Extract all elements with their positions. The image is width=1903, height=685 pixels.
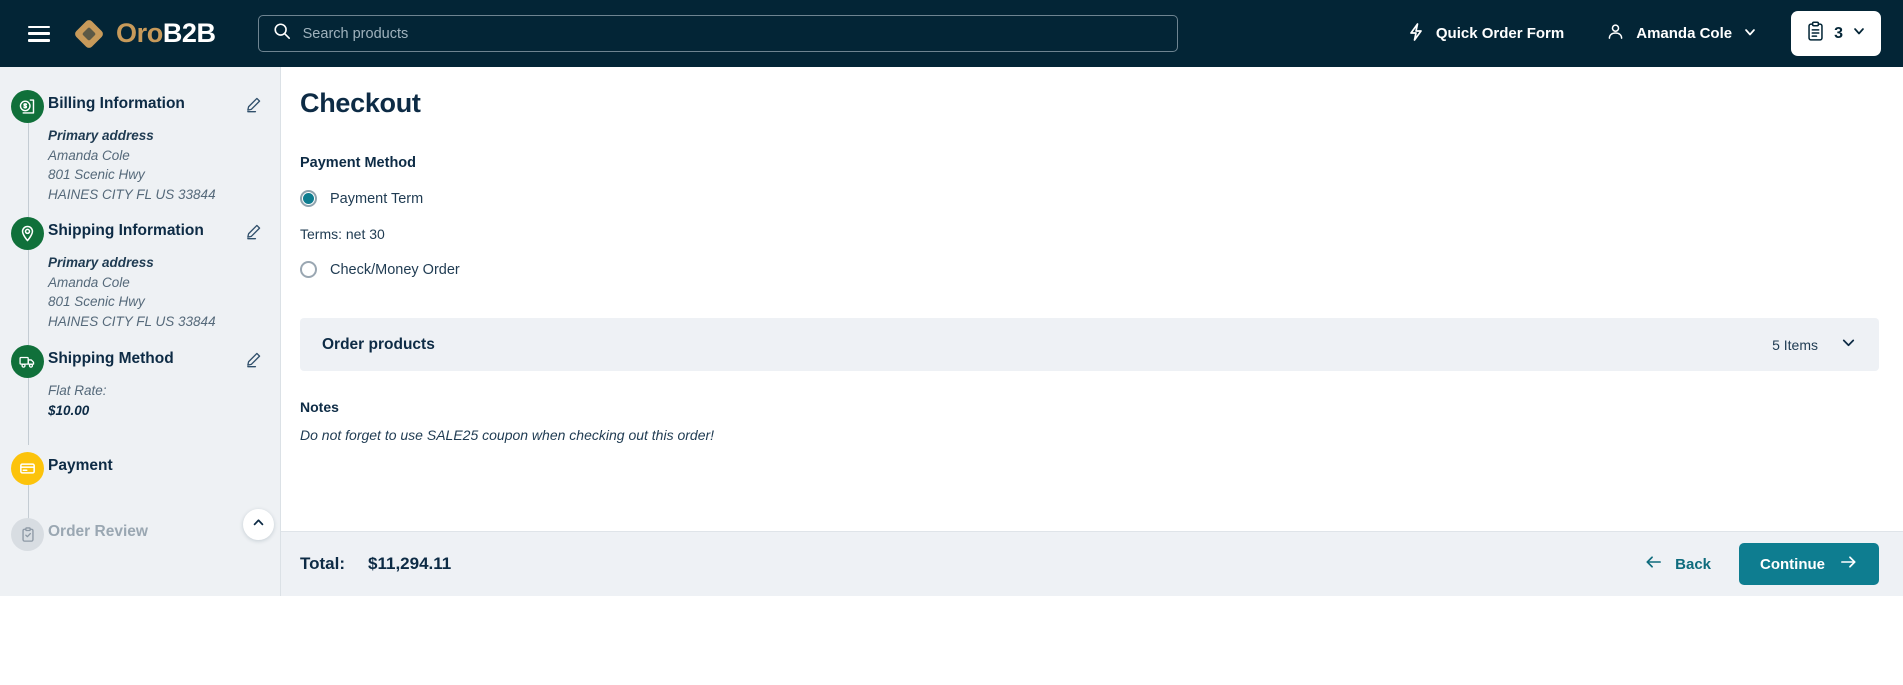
lightning-bolt-icon [1407, 22, 1425, 46]
notes-label: Notes [300, 399, 1879, 415]
step-title: Order Review [48, 517, 148, 542]
chevron-down-icon [1743, 25, 1757, 43]
payment-terms-text: Terms: net 30 [300, 226, 1879, 242]
edit-shipping-method-button[interactable] [245, 344, 262, 373]
payment-option-label: Payment Term [330, 191, 423, 207]
chevron-down-icon [1852, 24, 1866, 43]
order-products-title: Order products [322, 336, 435, 354]
step-body: Primary address Amanda Cole 801 Scenic H… [48, 122, 262, 216]
oro-diamond-logo-icon [72, 17, 106, 51]
address-label: Primary address [48, 126, 262, 146]
step-header: Billing Information [48, 89, 262, 122]
address-line: Amanda Cole [48, 273, 262, 293]
shipping-rate-label: Flat Rate: [48, 381, 262, 401]
address-line: Amanda Cole [48, 146, 262, 166]
invoice-dollar-icon [11, 90, 44, 123]
arrow-left-icon [1644, 554, 1663, 574]
step-body: Primary address Amanda Cole 801 Scenic H… [48, 249, 262, 343]
collapse-summary-button[interactable] [243, 509, 274, 540]
step-connector-line [28, 246, 29, 355]
checkout-main-content: Checkout Payment Method Payment Term Ter… [281, 67, 1903, 596]
address-label: Primary address [48, 253, 262, 273]
edit-shipping-information-button[interactable] [245, 216, 262, 245]
radio-button-payment-term[interactable] [300, 190, 317, 207]
cart-item-count: 3 [1834, 25, 1843, 43]
user-name-label: Amanda Cole [1636, 25, 1732, 42]
clipboard-list-icon [1806, 21, 1825, 47]
payment-option-check-money-order[interactable]: Check/Money Order [300, 261, 1879, 278]
order-products-summary: 5 Items [1772, 334, 1857, 356]
payment-option-payment-term[interactable]: Payment Term [300, 190, 1879, 207]
user-account-menu[interactable]: Amanda Cole [1606, 22, 1757, 45]
sidebar-step-shipping-information[interactable]: Shipping Information Primary address Ama… [0, 216, 280, 343]
site-logo[interactable]: OroB2B [72, 17, 216, 51]
search-placeholder: Search products [303, 26, 409, 42]
sidebar-step-order-review[interactable]: Order Review [0, 517, 280, 550]
map-pin-icon [11, 217, 44, 250]
footer-actions: Back Continue [1644, 543, 1879, 585]
chevron-down-icon[interactable] [1840, 334, 1857, 356]
step-body [48, 484, 262, 500]
continue-button-label: Continue [1760, 556, 1825, 573]
payment-method-label: Payment Method [300, 155, 1879, 171]
quick-order-form-label: Quick Order Form [1436, 25, 1564, 42]
sidebar-step-payment[interactable]: Payment [0, 451, 280, 500]
shipping-rate-price: $10.00 [48, 401, 262, 421]
truck-icon [11, 345, 44, 378]
edit-billing-information-button[interactable] [245, 89, 262, 118]
sidebar-step-shipping-method[interactable]: Shipping Method Flat Rate: $10.00 [0, 344, 280, 434]
hamburger-menu-icon[interactable] [28, 26, 50, 42]
continue-button[interactable]: Continue [1739, 543, 1879, 585]
logo-text-b2b: B2B [163, 18, 216, 48]
checkout-page: OroB2B Search products Quick Order Form [0, 0, 1903, 685]
chevron-up-icon [251, 515, 266, 535]
step-body: Flat Rate: $10.00 [48, 377, 262, 434]
step-connector-line [28, 119, 29, 228]
step-title: Shipping Information [48, 216, 204, 241]
total-label: Total: [300, 554, 345, 574]
sidebar-step-billing-information[interactable]: Billing Information Primary address Aman… [0, 89, 280, 216]
header-actions: Quick Order Form Amanda Cole [1371, 11, 1881, 56]
checkout-steps-sidebar: Billing Information Primary address Aman… [0, 67, 281, 596]
logo-text: OroB2B [116, 18, 216, 49]
shopping-list-button[interactable]: 3 [1791, 11, 1881, 56]
address-line: HAINES CITY FL US 33844 [48, 312, 262, 332]
user-icon [1606, 22, 1625, 45]
back-button[interactable]: Back [1644, 554, 1711, 574]
order-products-accordion[interactable]: Order products 5 Items [300, 318, 1879, 371]
step-connector-line [28, 374, 29, 446]
step-title: Billing Information [48, 89, 185, 114]
page-bottom-whitespace [0, 596, 1903, 685]
total-value: $11,294.11 [368, 554, 451, 574]
back-button-label: Back [1675, 556, 1711, 573]
payment-option-label: Check/Money Order [330, 262, 460, 278]
order-products-item-count: 5 Items [1772, 337, 1818, 353]
notes-text: Do not forget to use SALE25 coupon when … [300, 427, 1879, 443]
page-title: Checkout [300, 88, 1879, 119]
address-line: 801 Scenic Hwy [48, 165, 262, 185]
arrow-right-icon [1839, 554, 1858, 574]
logo-text-oro: Oro [116, 18, 163, 48]
site-header: OroB2B Search products Quick Order Form [0, 0, 1903, 67]
page-body: Billing Information Primary address Aman… [0, 67, 1903, 596]
step-header: Payment [48, 451, 262, 484]
search-input[interactable]: Search products [258, 15, 1178, 52]
step-header: Shipping Method [48, 344, 262, 377]
step-title: Shipping Method [48, 344, 174, 369]
credit-card-icon [11, 452, 44, 485]
step-header: Order Review [48, 517, 262, 550]
checkout-footer-bar: Total: $11,294.11 Back Continue [281, 531, 1903, 596]
search-icon [273, 22, 291, 45]
step-title: Payment [48, 451, 113, 476]
clipboard-check-icon [11, 518, 44, 551]
radio-button-check-money-order[interactable] [300, 261, 317, 278]
step-header: Shipping Information [48, 216, 262, 249]
address-line: HAINES CITY FL US 33844 [48, 185, 262, 205]
address-line: 801 Scenic Hwy [48, 292, 262, 312]
quick-order-form-button[interactable]: Quick Order Form [1407, 22, 1564, 46]
